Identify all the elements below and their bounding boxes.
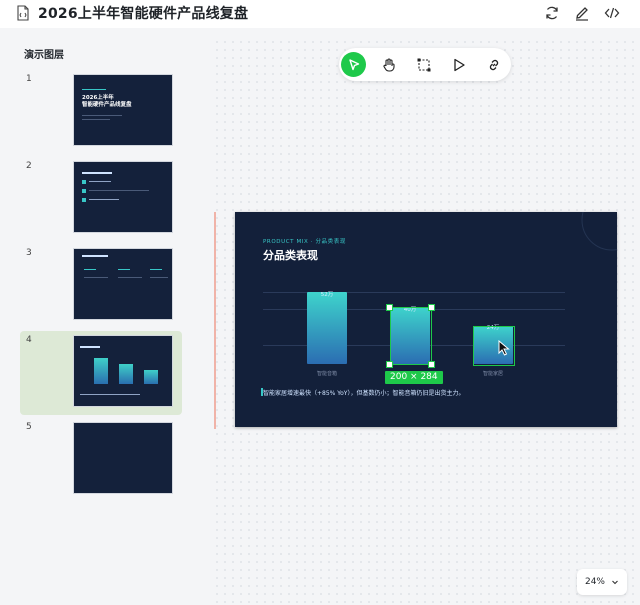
slide-preview (73, 161, 173, 233)
chart-bar-1[interactable] (307, 292, 347, 364)
bar-label: 智能音箱 (316, 371, 337, 377)
slide-preview: 2026上半年 智能硬件产品线复盘 (73, 74, 173, 146)
slide-thumbnail-4[interactable]: 4 (20, 331, 182, 415)
slide-thumbnail-5[interactable]: 5 (20, 418, 182, 502)
document-icon (17, 5, 29, 21)
page-title: 2026上半年智能硬件产品线复盘 (38, 6, 249, 22)
zoom-level: 24% (584, 577, 605, 587)
chevron-down-icon (612, 580, 618, 585)
slide-thumbnail-1[interactable]: 1 2026上半年 智能硬件产品线复盘 (20, 70, 182, 154)
bar-label: 智能家居 (482, 371, 503, 377)
link-tool[interactable] (481, 52, 506, 77)
slide-panel: 演示图层 1 2026上半年 智能硬件产品线复盘 2 3 4 5 (8, 38, 201, 601)
slide-kicker: PRODUCT MIX · 分品类表现 (263, 239, 346, 245)
top-bar: 2026上半年智能硬件产品线复盘 (0, 0, 640, 28)
frame-icon (417, 58, 430, 71)
slide-heading: 分品类表现 (263, 249, 318, 262)
resize-handle-se[interactable] (428, 361, 435, 368)
frame-tool[interactable] (411, 52, 436, 77)
pointer-tool[interactable] (341, 52, 366, 77)
slide-guide-line (214, 212, 216, 429)
link-icon (489, 59, 498, 70)
slide-preview (73, 335, 173, 407)
slide-footnote: 智能家居增速最快（+85% YoY），但基数仍小；智能音箱仍旧是出货主力。 (263, 390, 465, 397)
slide-number: 5 (26, 422, 32, 432)
bar-value: 52万 (320, 292, 334, 298)
panel-title: 演示图层 (24, 50, 64, 61)
slide-number: 4 (26, 335, 32, 345)
code-icon[interactable] (603, 4, 621, 22)
selection-box[interactable] (390, 307, 432, 365)
hand-icon (382, 57, 395, 72)
slide-preview (73, 422, 173, 494)
resize-handle-nw[interactable] (386, 304, 393, 311)
zoom-control[interactable]: 24% (577, 569, 627, 595)
cursor-icon (498, 340, 510, 356)
slide-number: 1 (26, 74, 32, 84)
slide-number: 3 (26, 248, 32, 258)
slide-preview (73, 248, 173, 320)
refresh-icon[interactable] (543, 4, 561, 22)
pointer-icon (348, 58, 359, 70)
slide-thumbnail-2[interactable]: 2 (20, 157, 182, 241)
decor-circle (581, 212, 617, 251)
selection-dimensions: 200 × 284 (385, 371, 443, 384)
resize-handle-sw[interactable] (386, 361, 393, 368)
slide-number: 2 (26, 161, 32, 171)
slide-thumbnail-3[interactable]: 3 (20, 244, 182, 328)
edit-icon[interactable] (573, 4, 591, 22)
hand-tool[interactable] (376, 52, 401, 77)
play-tool[interactable] (446, 52, 471, 77)
play-icon (453, 58, 465, 71)
resize-handle-ne[interactable] (428, 304, 435, 311)
tool-bar (339, 48, 511, 81)
